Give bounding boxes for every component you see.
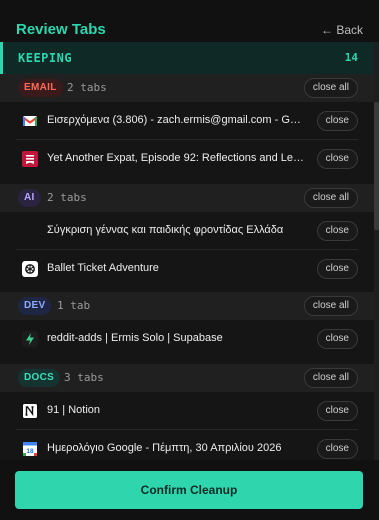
header: Review Tabs ← Back (0, 0, 379, 42)
close-tab-button[interactable]: close (316, 221, 358, 241)
openai-icon (22, 261, 38, 277)
scrollbar-track[interactable] (374, 42, 379, 460)
keeping-section-header: KEEPING 14 (0, 42, 374, 74)
group-count: 2 tabs (67, 81, 107, 94)
supabase-icon (22, 331, 38, 347)
close-tab-button[interactable]: close (316, 111, 358, 131)
close-all-button-docs[interactable]: close all (303, 368, 358, 388)
tab-list[interactable]: EMAIL 2 tabs close all Εισερχόμενα (3.80… (0, 74, 374, 460)
svg-text:18: 18 (26, 448, 34, 455)
tab-title: Σύγκριση γέννας και παιδικής φροντίδας Ε… (47, 224, 284, 236)
group-header-ai: AI 2 tabs close all (0, 184, 374, 212)
footer: Confirm Cleanup (0, 460, 379, 520)
close-tab-button[interactable]: close (316, 329, 358, 349)
notion-icon (22, 403, 38, 419)
group-header-email: EMAIL 2 tabs close all (0, 74, 374, 102)
tab-title: Ημερολόγιο Google - Πέμπτη, 30 Απριλίου … (47, 442, 282, 454)
tab-title: Ballet Ticket Adventure (47, 262, 159, 274)
group-count: 1 tab (57, 299, 91, 312)
group-badge-email: EMAIL (18, 79, 63, 97)
substack-icon (22, 151, 38, 167)
google-calendar-icon: 18 (23, 442, 37, 456)
tab-title: Εισερχόμενα (3.806) - zach.ermis@gmail.c… (47, 114, 307, 126)
confirm-cleanup-button[interactable]: Confirm Cleanup (15, 471, 363, 509)
close-all-button-dev[interactable]: close all (303, 296, 358, 316)
tab-title: Yet Another Expat, Episode 92: Reflectio… (47, 152, 307, 164)
gmail-icon (22, 116, 38, 126)
keeping-count: 14 (344, 51, 358, 64)
group-header-dev: DEV 1 tab close all (0, 292, 374, 320)
group-badge-docs: DOCS (18, 369, 61, 387)
group-count: 2 tabs (47, 191, 87, 204)
tab-title: 91 | Notion (47, 404, 101, 416)
scrollbar-thumb[interactable] (374, 102, 379, 230)
close-tab-button[interactable]: close (316, 439, 358, 459)
tab-row[interactable]: reddit-adds | Ermis Solo | Supabase clos… (0, 320, 374, 358)
tab-row[interactable]: Yet Another Expat, Episode 92: Reflectio… (0, 140, 374, 178)
close-tab-button[interactable]: close (316, 259, 358, 279)
page-title: Review Tabs (16, 21, 106, 38)
tab-row[interactable]: Σύγκριση γέννας και παιδικής φροντίδας Ε… (0, 212, 374, 250)
group-header-docs: DOCS 3 tabs close all (0, 364, 374, 392)
tab-row[interactable]: Ballet Ticket Adventure close (0, 250, 374, 288)
back-link[interactable]: ← Back (321, 23, 363, 37)
tab-row[interactable]: 91 | Notion close (0, 392, 374, 430)
tab-row[interactable]: 18 Ημερολόγιο Google - Πέμπτη, 30 Απριλί… (0, 430, 374, 460)
keeping-label: KEEPING (18, 51, 73, 65)
close-all-button-ai[interactable]: close all (303, 188, 358, 208)
close-tab-button[interactable]: close (316, 149, 358, 169)
group-badge-ai: AI (18, 189, 41, 207)
group-badge-dev: DEV (18, 297, 52, 315)
close-all-button-email[interactable]: close all (303, 78, 358, 98)
tab-row[interactable]: Εισερχόμενα (3.806) - zach.ermis@gmail.c… (0, 102, 374, 140)
group-count: 3 tabs (64, 371, 104, 384)
close-tab-button[interactable]: close (316, 401, 358, 421)
tab-title: reddit-adds | Ermis Solo | Supabase (47, 332, 223, 344)
